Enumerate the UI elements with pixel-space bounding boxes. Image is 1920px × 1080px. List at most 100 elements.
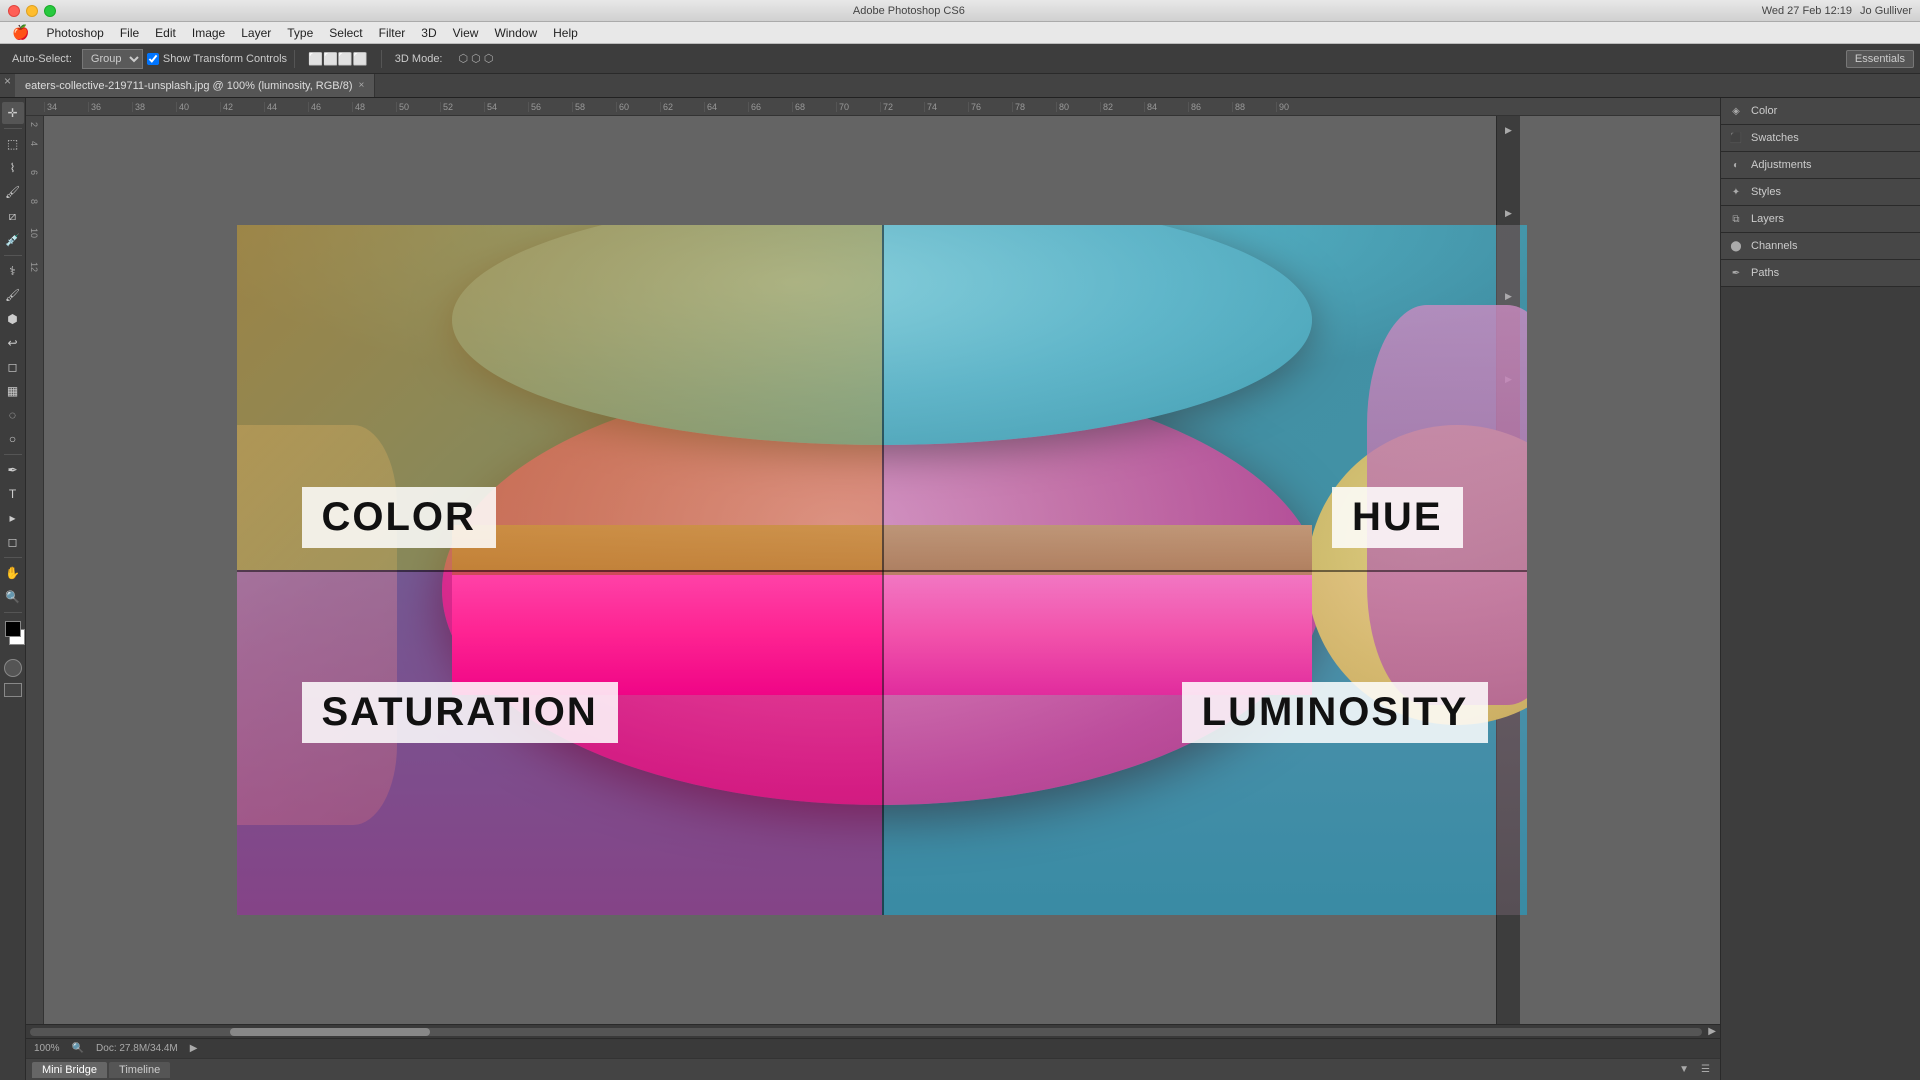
tab-mini-bridge[interactable]: Mini Bridge (32, 1062, 107, 1078)
ruler-mark: 54 (484, 102, 528, 112)
lasso-tool[interactable]: ⌇ (2, 157, 24, 179)
panel-toggle-2[interactable]: ▶ (1499, 203, 1519, 223)
text-tool[interactable]: T (2, 483, 24, 505)
path-select-tool[interactable]: ▸ (2, 507, 24, 529)
hand-tool[interactable]: ✋ (2, 562, 24, 584)
horizontal-ruler: 34 36 38 40 42 44 46 48 50 52 54 56 58 6… (26, 98, 1720, 116)
marquee-tool[interactable]: ⬚ (2, 133, 24, 155)
history-brush-tool[interactable]: ↩ (2, 332, 24, 354)
panel-header-adjustments[interactable]: ◐ Adjustments (1721, 152, 1920, 178)
ruler-mark: 86 (1188, 102, 1232, 112)
panel-section-styles: ✦ Styles (1721, 179, 1920, 206)
menu-image[interactable]: Image (185, 24, 232, 42)
move-tool[interactable]: ✛ (2, 102, 24, 124)
swatches-panel-title: Swatches (1751, 132, 1799, 144)
menu-window[interactable]: Window (487, 24, 544, 42)
traffic-lights (8, 5, 56, 17)
panel-toggle-1[interactable]: ▶ (1499, 120, 1519, 140)
system-clock: Wed 27 Feb 12:19 (1762, 5, 1852, 17)
tab-filename: eaters-collective-219711-unsplash.jpg @ … (25, 80, 352, 92)
zoom-controls[interactable]: 🔍 (72, 1043, 84, 1054)
close-button[interactable] (8, 5, 20, 17)
swatches-panel-icon: ⬛ (1729, 131, 1743, 145)
menu-3d[interactable]: 3D (414, 24, 443, 42)
panel-section-channels: ⬤ Channels (1721, 233, 1920, 260)
screen-mode-btn[interactable] (4, 683, 22, 697)
tab-timeline[interactable]: Timeline (109, 1062, 170, 1078)
auto-select-dropdown[interactable]: Group Layer (82, 49, 143, 69)
pen-tool[interactable]: ✒ (2, 459, 24, 481)
color-swatches[interactable] (1, 621, 25, 649)
tab-close-icon[interactable]: × (0, 74, 15, 97)
crop-tool[interactable]: ⧄ (2, 205, 24, 227)
menu-filter[interactable]: Filter (372, 24, 413, 42)
panel-section-swatches: ⬛ Swatches (1721, 125, 1920, 152)
scroll-arrow-right[interactable]: ▶ (1708, 1026, 1716, 1037)
adjustments-panel-title: Adjustments (1751, 159, 1812, 171)
panel-header-swatches[interactable]: ⬛ Swatches (1721, 125, 1920, 151)
maximize-button[interactable] (44, 5, 56, 17)
panel-header-layers[interactable]: ⧉ Layers (1721, 206, 1920, 232)
tab-bar: × eaters-collective-219711-unsplash.jpg … (0, 74, 1920, 98)
layers-panel-icon: ⧉ (1729, 212, 1743, 226)
scrollbar-track (30, 1028, 1702, 1036)
canvas-area: 34 36 38 40 42 44 46 48 50 52 54 56 58 6… (26, 98, 1720, 1080)
menu-photoshop[interactable]: Photoshop (39, 24, 110, 42)
menu-layer[interactable]: Layer (234, 24, 278, 42)
tab-close-btn[interactable]: × (358, 80, 364, 91)
ruler-mark: 74 (924, 102, 968, 112)
eraser-tool[interactable]: ◻ (2, 356, 24, 378)
apple-menu[interactable]: 🍎 (4, 24, 37, 41)
quick-mask-btn[interactable] (4, 659, 22, 677)
show-transform-checkbox[interactable] (147, 53, 159, 65)
menu-file[interactable]: File (113, 24, 146, 42)
shape-tool[interactable]: ◻ (2, 531, 24, 553)
luminosity-label: LUMINOSITY (1182, 682, 1489, 743)
menu-help[interactable]: Help (546, 24, 585, 42)
styles-panel-title: Styles (1751, 186, 1781, 198)
show-transform-label: Show Transform Controls (163, 53, 287, 65)
essentials-button[interactable]: Essentials (1846, 50, 1914, 68)
healing-tool[interactable]: ⚕ (2, 260, 24, 282)
stamp-tool[interactable]: ⬢ (2, 308, 24, 330)
toolbar-separator-2 (381, 50, 382, 68)
ruler-mark: 42 (220, 102, 264, 112)
minimize-button[interactable] (26, 5, 38, 17)
ruler-mark: 66 (748, 102, 792, 112)
panel-section-layers: ⧉ Layers (1721, 206, 1920, 233)
gradient-tool[interactable]: ▦ (2, 380, 24, 402)
menu-view[interactable]: View (446, 24, 486, 42)
canvas-container[interactable]: COLOR HUE SATURATION LUMINOSITY ▶ ▶ ▶ ▶ (44, 116, 1720, 1024)
doc-info-expand[interactable]: ▶ (190, 1043, 198, 1054)
mac-titlebar: Adobe Photoshop CS6 Wed 27 Feb 12:19 Jo … (0, 0, 1920, 22)
tool-sep-3 (4, 454, 22, 455)
dodge-tool[interactable]: ○ (2, 428, 24, 450)
foreground-color-swatch[interactable] (5, 621, 21, 637)
doc-info: Doc: 27.8M/34.4M (96, 1043, 178, 1054)
zoom-tool[interactable]: 🔍 (2, 586, 24, 608)
brush-tool[interactable]: 🖌 (2, 284, 24, 306)
panel-header-channels[interactable]: ⬤ Channels (1721, 233, 1920, 259)
bottom-panel-collapse[interactable]: ▼ (1675, 1064, 1693, 1075)
menu-edit[interactable]: Edit (148, 24, 183, 42)
ruler-mark: 38 (132, 102, 176, 112)
quick-select-tool[interactable]: 🖌 (2, 181, 24, 203)
menu-type[interactable]: Type (280, 24, 320, 42)
screen-mode-icon (4, 683, 22, 697)
ruler-mark: 52 (440, 102, 484, 112)
panel-header-paths[interactable]: ✒ Paths (1721, 260, 1920, 286)
ruler-mark: 70 (836, 102, 880, 112)
tool-sep-5 (4, 612, 22, 613)
panel-header-color[interactable]: ◈ Color (1721, 98, 1920, 124)
blur-tool[interactable]: ◌ (2, 404, 24, 426)
ruler-mark: 82 (1100, 102, 1144, 112)
horizontal-scrollbar[interactable]: ▶ (26, 1024, 1720, 1038)
vertical-ruler: 2 4 6 8 10 12 (26, 116, 44, 1024)
tool-sep-2 (4, 255, 22, 256)
bottom-panel-menu[interactable]: ☰ (1697, 1064, 1714, 1075)
menu-select[interactable]: Select (322, 24, 369, 42)
scrollbar-thumb[interactable] (230, 1028, 430, 1036)
eyedropper-tool[interactable]: 💉 (2, 229, 24, 251)
panel-header-styles[interactable]: ✦ Styles (1721, 179, 1920, 205)
document-tab[interactable]: eaters-collective-219711-unsplash.jpg @ … (15, 74, 375, 97)
